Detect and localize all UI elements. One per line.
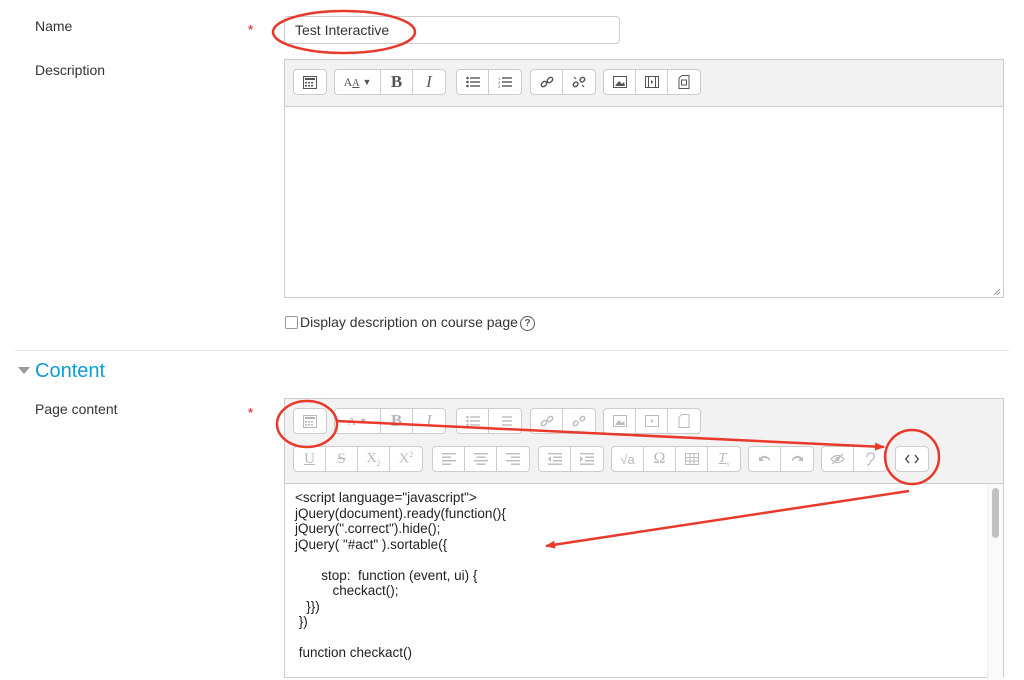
description-toolbar: AA ▼ B I 123 — [285, 60, 1003, 107]
display-description-label: Display description on course page — [300, 314, 518, 330]
ordered-list-icon[interactable]: 123 — [489, 70, 521, 94]
toolbar-group-style: A ▼ B I — [334, 408, 446, 434]
toolbar-group-indent — [538, 446, 604, 472]
align-center-icon[interactable] — [465, 447, 497, 471]
unlink-icon[interactable] — [563, 409, 595, 433]
toolbar-group-toggle — [293, 408, 327, 434]
section-divider — [15, 350, 1009, 351]
name-label: Name — [35, 18, 73, 34]
required-icon: * — [248, 405, 254, 420]
name-input[interactable] — [284, 16, 620, 44]
italic-icon[interactable]: I — [413, 70, 445, 94]
unordered-list-icon[interactable] — [457, 70, 489, 94]
ordered-list-icon[interactable] — [489, 409, 521, 433]
underline-icon[interactable]: U — [294, 447, 326, 471]
bold-icon[interactable]: B — [381, 409, 413, 433]
manage-files-icon[interactable] — [668, 409, 700, 433]
toolbar-group-lists — [456, 408, 522, 434]
toolbar-toggle-icon[interactable] — [294, 70, 326, 94]
html-source-icon[interactable] — [896, 447, 928, 471]
toolbar-group-toggle — [293, 69, 327, 95]
redo-icon[interactable] — [781, 447, 813, 471]
unlink-icon[interactable] — [563, 70, 595, 94]
toolbar-group-links — [530, 408, 596, 434]
question-circle-icon[interactable]: ? — [520, 316, 535, 331]
toolbar-toggle-icon[interactable] — [294, 409, 326, 433]
bold-icon[interactable]: B — [381, 70, 413, 94]
html-source-code: <script language="javascript"> jQuery(do… — [295, 490, 506, 660]
page-content-label: Page content — [35, 401, 118, 417]
italic-icon[interactable]: I — [413, 409, 445, 433]
subscript-icon[interactable]: X2 — [358, 447, 390, 471]
align-left-icon[interactable] — [433, 447, 465, 471]
image-icon[interactable] — [604, 409, 636, 433]
image-icon[interactable] — [604, 70, 636, 94]
font-color-icon[interactable]: A ▼ — [335, 409, 381, 433]
font-color-icon[interactable]: AA ▼ — [335, 70, 381, 94]
special-char-icon[interactable]: Ω — [644, 447, 676, 471]
display-description-checkbox[interactable] — [285, 316, 298, 329]
toolbar-group-html — [895, 446, 929, 472]
toolbar-group-style: AA ▼ B I — [334, 69, 446, 95]
required-icon: * — [248, 22, 254, 37]
resize-handle-icon[interactable] — [993, 288, 1001, 296]
toolbar-group-align — [432, 446, 530, 472]
toolbar-group-history — [748, 446, 814, 472]
media-icon[interactable] — [636, 70, 668, 94]
toolbar-group-insert: √a Ω Tx — [611, 446, 741, 472]
media-icon[interactable] — [636, 409, 668, 433]
description-editor: AA ▼ B I 123 — [284, 59, 1004, 298]
superscript-icon[interactable]: X2 — [390, 447, 422, 471]
toolbar-group-accessibility — [821, 446, 887, 472]
toolbar-group-format: U S X2 X2 — [293, 446, 423, 472]
caret-down-icon[interactable] — [18, 367, 30, 374]
manage-files-icon[interactable] — [668, 70, 700, 94]
page-content-editor: A ▼ B I U S X2 X2 √a Ω Tx <script langua… — [284, 398, 1004, 680]
page-content-toolbar: A ▼ B I U S X2 X2 √a Ω Tx — [285, 399, 1003, 484]
html-source-textarea[interactable]: <script language="javascript"> jQuery(do… — [285, 484, 1003, 680]
scrollbar[interactable] — [987, 484, 1003, 680]
table-icon[interactable] — [676, 447, 708, 471]
description-textarea[interactable] — [285, 107, 1003, 298]
indent-icon[interactable] — [571, 447, 603, 471]
content-section-title[interactable]: Content — [35, 360, 105, 383]
svg-text:3: 3 — [498, 84, 501, 88]
align-right-icon[interactable] — [497, 447, 529, 471]
toolbar-group-lists: 123 — [456, 69, 522, 95]
link-icon[interactable] — [531, 70, 563, 94]
accessibility-checker-icon[interactable] — [822, 447, 854, 471]
screenreader-helper-icon[interactable] — [854, 447, 886, 471]
undo-icon[interactable] — [749, 447, 781, 471]
equation-icon[interactable]: √a — [612, 447, 644, 471]
outdent-icon[interactable] — [539, 447, 571, 471]
unordered-list-icon[interactable] — [457, 409, 489, 433]
clear-format-icon[interactable]: Tx — [708, 447, 740, 471]
scrollbar-thumb[interactable] — [992, 488, 999, 538]
toolbar-group-media — [603, 408, 701, 434]
toolbar-group-media — [603, 69, 701, 95]
toolbar-group-links — [530, 69, 596, 95]
strikethrough-icon[interactable]: S — [326, 447, 358, 471]
link-icon[interactable] — [531, 409, 563, 433]
description-label: Description — [35, 62, 106, 78]
